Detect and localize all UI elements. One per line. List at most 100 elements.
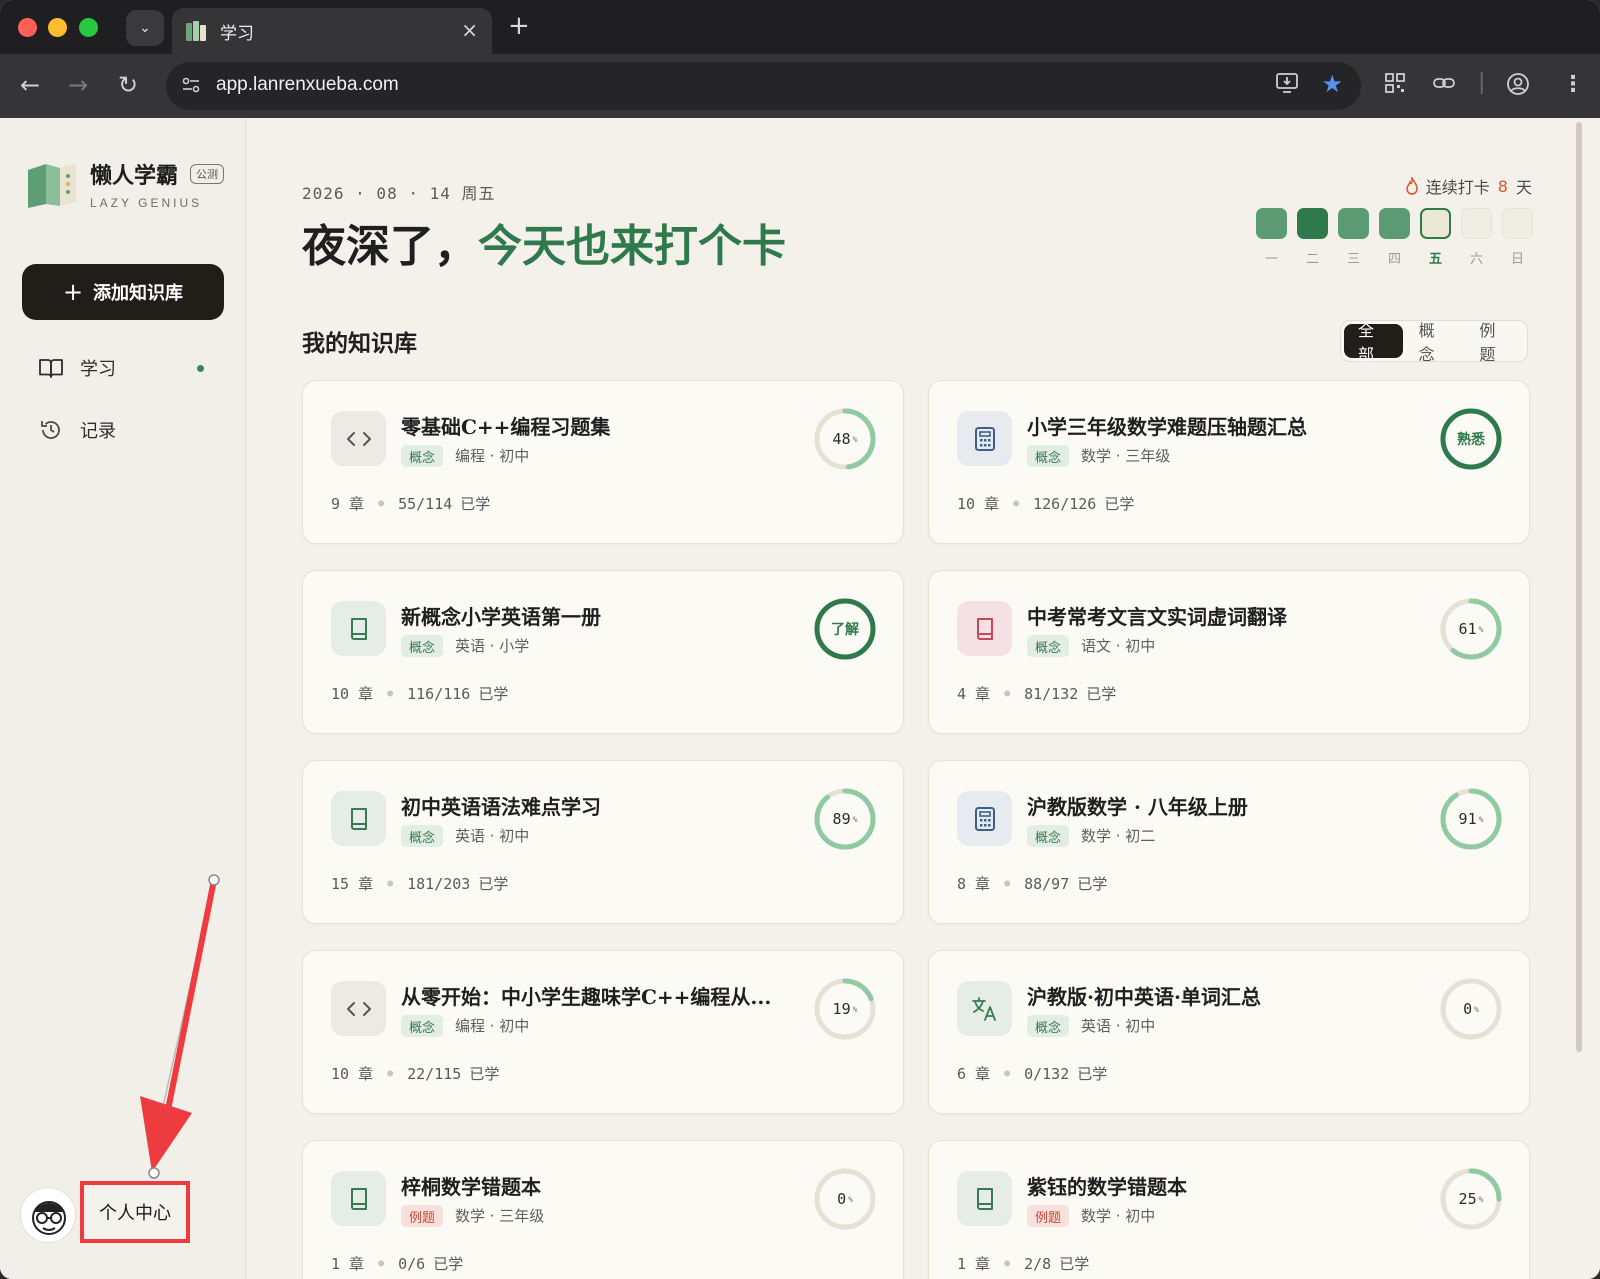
card-tag: 概念 bbox=[401, 635, 444, 657]
knowledge-base-card[interactable]: 零基础C++编程习题集 概念 编程 · 初中 9 章 ● 55/114 已学 48% bbox=[302, 380, 904, 544]
separator-dot: ● bbox=[1004, 1068, 1011, 1079]
address-bar[interactable]: app.lanrenxueba.com ★ bbox=[166, 62, 1361, 110]
chevron-down-icon: ⌄ bbox=[139, 20, 151, 36]
progress-ring-label: 了解 bbox=[813, 597, 877, 661]
browser-tab[interactable]: 学习 × bbox=[172, 8, 492, 54]
install-app-icon[interactable] bbox=[1275, 72, 1299, 100]
separator-dot: ● bbox=[387, 1068, 394, 1079]
card-tag: 概念 bbox=[401, 1015, 444, 1037]
bookmark-star-icon[interactable]: ★ bbox=[1321, 70, 1343, 98]
add-button-label: 添加知识库 bbox=[93, 283, 184, 304]
close-window-button[interactable] bbox=[18, 18, 37, 37]
new-tab-button[interactable]: + bbox=[508, 12, 530, 40]
learned-label: 已学 bbox=[460, 495, 491, 513]
forward-arrow-icon[interactable]: → bbox=[68, 70, 88, 100]
progress-count: 126/126 bbox=[1033, 494, 1097, 513]
chapter-count: 15 章 bbox=[331, 875, 374, 893]
progress-ring-label: 0% bbox=[813, 1167, 877, 1231]
sidebar-item-label: 学习 bbox=[80, 359, 116, 380]
calculator-icon bbox=[957, 411, 1012, 466]
tab-search-button[interactable]: ⌄ bbox=[126, 10, 164, 46]
card-stats: 10 章 ● 126/126 已学 bbox=[957, 493, 1134, 514]
book-icon bbox=[331, 791, 386, 846]
reload-icon[interactable]: ↻ bbox=[118, 70, 138, 100]
separator-dot: ● bbox=[387, 878, 394, 889]
minimize-window-button[interactable] bbox=[48, 18, 67, 37]
card-tag: 例题 bbox=[401, 1205, 444, 1227]
knowledge-base-card[interactable]: 小学三年级数学难题压轴题汇总 概念 数学 · 三年级 10 章 ● 126/126 已学 熟悉 bbox=[928, 380, 1530, 544]
code-icon bbox=[331, 981, 386, 1036]
percent-unit: % bbox=[1478, 814, 1484, 824]
streak-prefix: 连续打卡 bbox=[1425, 178, 1490, 197]
sidebar-item-label: 记录 bbox=[80, 421, 116, 442]
knowledge-base-card[interactable]: 梓桐数学错题本 例题 数学 · 三年级 1 章 ● 0/6 已学 0% bbox=[302, 1140, 904, 1279]
card-meta: 数学 · 初二 bbox=[1081, 827, 1156, 845]
add-knowledge-base-button[interactable]: + 添加知识库 bbox=[22, 264, 224, 320]
url-text: app.lanrenxueba.com bbox=[216, 74, 399, 95]
progress-ring-label: 91% bbox=[1439, 787, 1503, 851]
progress-ring-label: 0% bbox=[1439, 977, 1503, 1041]
filter-concept[interactable]: 概念 bbox=[1405, 321, 1464, 364]
card-stats: 10 章 ● 116/116 已学 bbox=[331, 683, 508, 704]
qr-code-icon[interactable] bbox=[1384, 72, 1406, 100]
week-day-label: 六 bbox=[1469, 252, 1483, 267]
knowledge-base-card[interactable]: 中考常考文言文实词虚词翻译 概念 语文 · 初中 4 章 ● 81/132 已学 61% bbox=[928, 570, 1530, 734]
main-content: 2026 · 08 · 14 周五 夜深了，今天也来打个卡 连续打卡 8 天 一… bbox=[246, 118, 1586, 1279]
week-day-square bbox=[1256, 208, 1287, 239]
greeting-accent-text: 今天也来打个卡 bbox=[478, 221, 786, 272]
filter-example[interactable]: 例题 bbox=[1465, 321, 1524, 364]
week-day-label: 日 bbox=[1510, 252, 1524, 267]
progress-value: 熟悉 bbox=[1457, 432, 1485, 448]
profile-center-button[interactable]: 个人中心 bbox=[80, 1181, 190, 1243]
avatar[interactable] bbox=[20, 1187, 76, 1243]
progress-count: 81/132 bbox=[1024, 684, 1079, 703]
knowledge-base-card[interactable]: 沪教版·初中英语·单词汇总 概念 英语 · 初中 6 章 ● 0/132 已学 0% bbox=[928, 950, 1530, 1114]
tab-close-icon[interactable]: × bbox=[461, 20, 478, 40]
knowledge-base-card[interactable]: 沪教版数学 · 八年级上册 概念 数学 · 初二 8 章 ● 88/97 已学 91% bbox=[928, 760, 1530, 924]
sidebar-item-history[interactable]: 记录 bbox=[24, 408, 224, 452]
zoom-window-button[interactable] bbox=[79, 18, 98, 37]
calculator-icon bbox=[957, 791, 1012, 846]
knowledge-base-card[interactable]: 从零开始：中小学生趣味学C++编程从... 概念 编程 · 初中 10 章 ● 22/11… bbox=[302, 950, 904, 1114]
knowledge-base-card[interactable]: 紫钰的数学错题本 例题 数学 · 初中 1 章 ● 2/8 已学 25% bbox=[928, 1140, 1530, 1279]
chapter-count: 1 章 bbox=[331, 1255, 365, 1273]
history-icon bbox=[38, 418, 64, 442]
progress-value: 了解 bbox=[831, 622, 859, 638]
knowledge-base-card[interactable]: 初中英语语法难点学习 概念 英语 · 初中 15 章 ● 181/203 已学 89% bbox=[302, 760, 904, 924]
chapter-count: 6 章 bbox=[957, 1065, 991, 1083]
card-meta: 数学 · 初中 bbox=[1081, 1207, 1156, 1225]
scrollbar[interactable] bbox=[1576, 122, 1582, 1052]
progress-ring-label: 48% bbox=[813, 407, 877, 471]
beta-badge: 公测 bbox=[190, 164, 224, 184]
learned-label: 已学 bbox=[433, 1255, 464, 1273]
back-arrow-icon[interactable]: ← bbox=[20, 70, 40, 100]
learned-label: 已学 bbox=[1077, 875, 1108, 893]
progress-ring-label: 19% bbox=[813, 977, 877, 1041]
learned-label: 已学 bbox=[1077, 1065, 1108, 1083]
progress-value: 89 bbox=[832, 810, 851, 828]
separator-dot: ● bbox=[378, 1258, 385, 1269]
card-tag: 概念 bbox=[401, 825, 444, 847]
progress-ring-label: 61% bbox=[1439, 597, 1503, 661]
site-info-icon[interactable] bbox=[180, 74, 204, 98]
week-day-square bbox=[1420, 208, 1451, 239]
filter-all[interactable]: 全部 bbox=[1344, 321, 1403, 364]
learned-label: 已学 bbox=[1086, 685, 1117, 703]
tab-strip: ⌄ 学习 × + bbox=[0, 0, 1600, 54]
link-icon[interactable] bbox=[1432, 72, 1456, 100]
chapter-count: 10 章 bbox=[957, 495, 1000, 513]
card-title: 从零开始：中小学生趣味学C++编程从... bbox=[401, 985, 772, 1009]
week-day-label: 四 bbox=[1387, 252, 1401, 267]
progress-count: 0/6 bbox=[398, 1254, 426, 1273]
progress-count: 55/114 bbox=[398, 494, 453, 513]
card-title: 梓桐数学错题本 bbox=[401, 1175, 541, 1199]
more-menu-icon[interactable]: ⋮ bbox=[1562, 72, 1584, 97]
brand[interactable]: 懒人学霸 公测 LAZY GENIUS bbox=[26, 158, 236, 218]
card-stats: 10 章 ● 22/115 已学 bbox=[331, 1063, 499, 1084]
profile-icon[interactable] bbox=[1506, 72, 1530, 102]
card-title: 小学三年级数学难题压轴题汇总 bbox=[1027, 415, 1307, 439]
progress-ring-label: 89% bbox=[813, 787, 877, 851]
card-title: 沪教版·初中英语·单词汇总 bbox=[1027, 985, 1261, 1009]
sidebar-item-study[interactable]: 学习 bbox=[24, 346, 224, 390]
knowledge-base-card[interactable]: 新概念小学英语第一册 概念 英语 · 小学 10 章 ● 116/116 已学 了解 bbox=[302, 570, 904, 734]
